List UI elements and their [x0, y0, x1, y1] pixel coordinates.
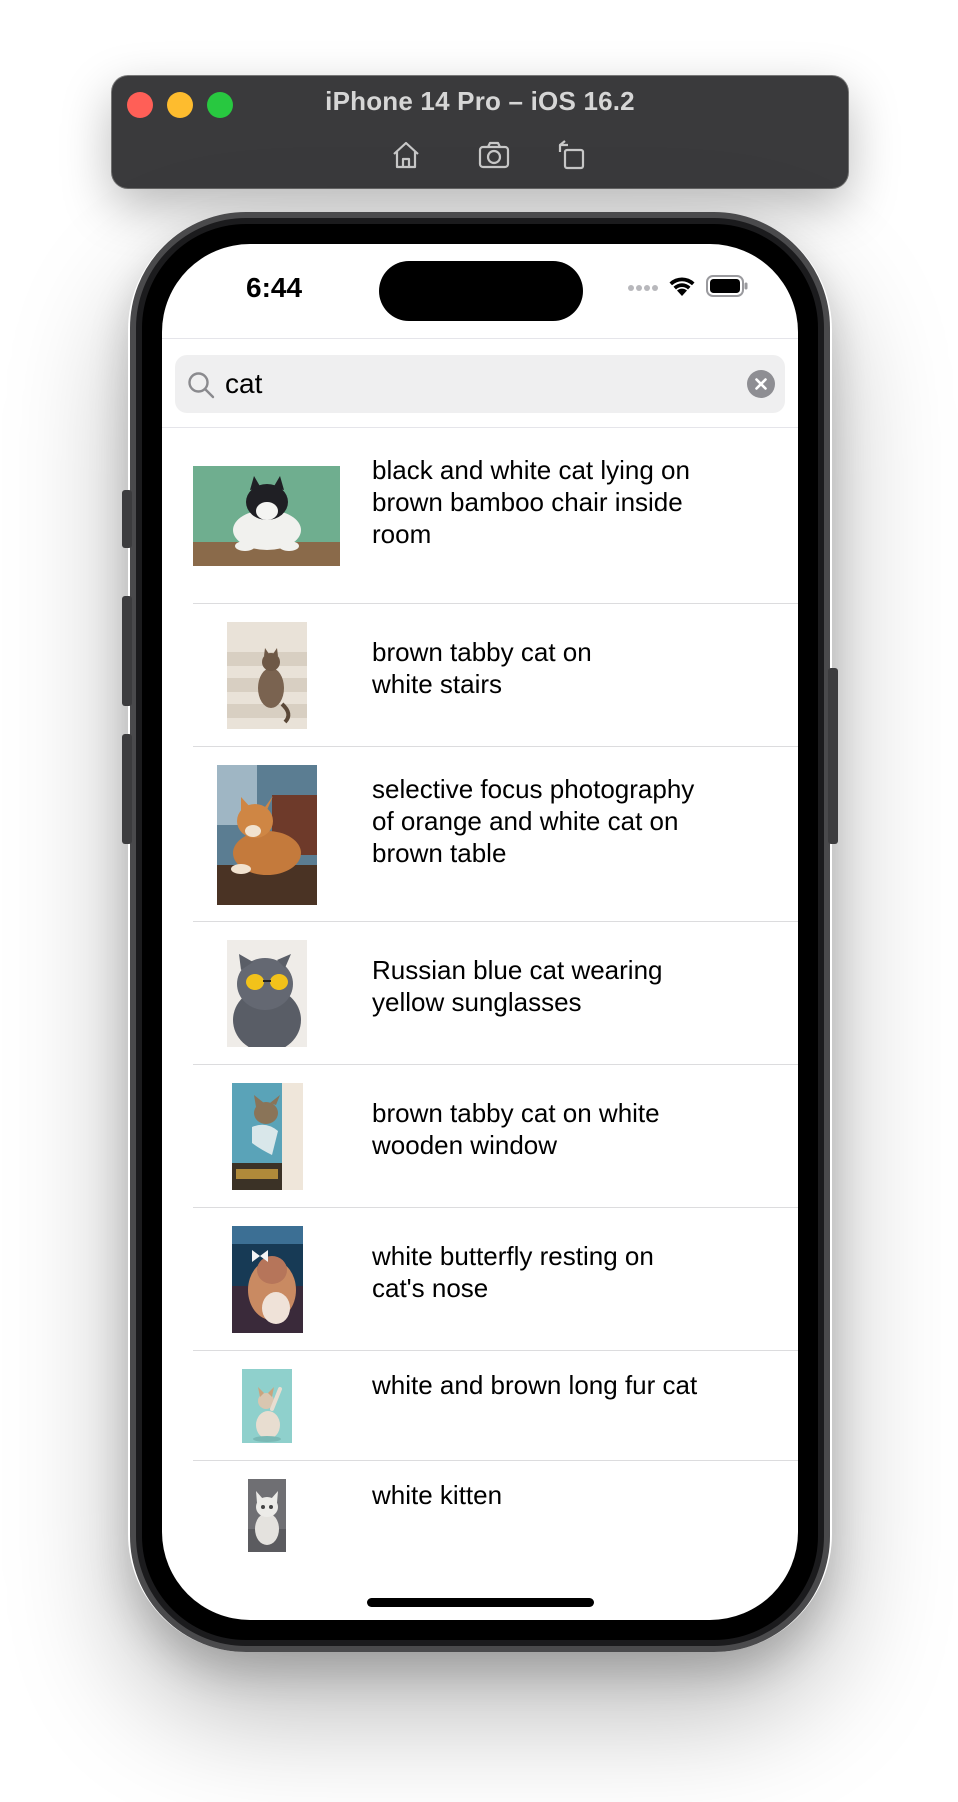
search-bar[interactable] [175, 355, 785, 413]
rotate-icon[interactable] [555, 138, 589, 172]
result-title: white butterfly resting on cat's nose [372, 1241, 654, 1303]
simulator-title: iPhone 14 Pro – iOS 16.2 [325, 86, 635, 116]
clear-search-button[interactable] [747, 370, 775, 398]
home-icon[interactable] [389, 138, 423, 172]
result-title: white and brown long fur cat [372, 1370, 698, 1400]
phone-screen: 6:44 cat black and white cat lying on br… [162, 244, 798, 1620]
volume-down-button[interactable] [122, 734, 132, 844]
home-indicator[interactable] [367, 1598, 594, 1607]
result-title: brown tabby cat on white wooden window [372, 1098, 660, 1160]
search-icon [186, 370, 216, 400]
battery-icon [706, 274, 748, 302]
result-title: Russian blue cat wearing yellow sunglass… [372, 955, 663, 1017]
simulator-stage: iPhone 14 Pro – iOS 16.2 6:44 cat black … [0, 0, 958, 1802]
list-item[interactable]: brown tabby cat on white wooden window [162, 1065, 798, 1208]
result-title: selective focus photography of orange an… [372, 774, 695, 868]
list-item[interactable]: white butterfly resting on cat's nose [162, 1208, 798, 1351]
status-icons [628, 274, 748, 302]
cat-sunglasses-photo [227, 940, 307, 1047]
orange-cat-table-photo [217, 765, 317, 905]
result-title: black and white cat lying on brown bambo… [372, 455, 690, 549]
white-kitten-photo [248, 1479, 286, 1552]
list-item[interactable]: black and white cat lying on brown bambo… [162, 428, 798, 604]
power-button[interactable] [828, 668, 838, 844]
action-button[interactable] [122, 490, 132, 548]
list-item[interactable]: white kitten [162, 1461, 798, 1571]
nav-divider [162, 338, 798, 339]
list-item[interactable]: white and brown long fur cat [162, 1351, 798, 1461]
wifi-icon [668, 275, 696, 302]
list-item[interactable]: brown tabby cat on white stairs [162, 604, 798, 747]
volume-up-button[interactable] [122, 596, 132, 706]
search-input[interactable] [225, 355, 705, 413]
tabby-cat-stairs-photo [227, 622, 307, 729]
cat-window-photo [232, 1083, 303, 1190]
result-title: white kitten [372, 1480, 503, 1510]
list-item[interactable]: selective focus photography of orange an… [162, 747, 798, 922]
butterfly-cat-photo [232, 1226, 303, 1333]
status-time: 6:44 [246, 272, 303, 303]
list-item[interactable]: Russian blue cat wearing yellow sunglass… [162, 922, 798, 1065]
close-icon [755, 378, 767, 390]
screenshot-icon[interactable] [477, 138, 511, 172]
long-fur-cat-photo [242, 1369, 292, 1443]
black-white-cat-photo [193, 466, 340, 566]
dynamic-island [379, 261, 583, 321]
signal-dots-icon [628, 279, 658, 297]
result-title: brown tabby cat on white stairs [372, 637, 592, 699]
